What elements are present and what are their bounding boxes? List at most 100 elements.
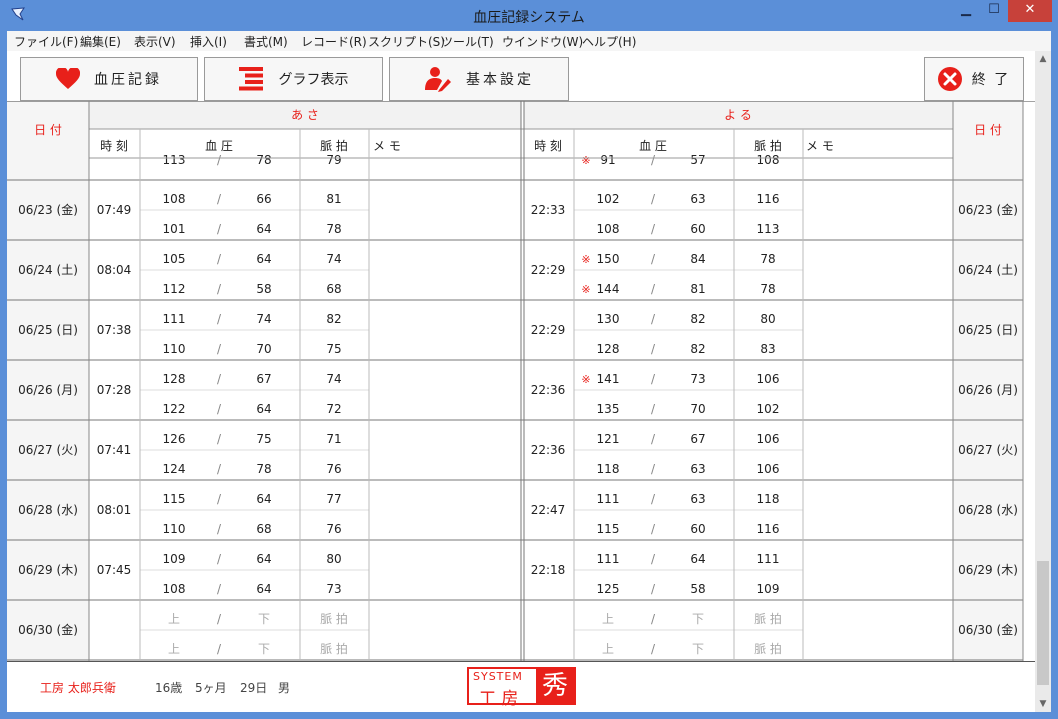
pm-second-systolic[interactable]: 144	[597, 282, 620, 296]
am-first-pulse[interactable]: 81	[326, 192, 341, 206]
am-second-systolic[interactable]: 101	[163, 222, 186, 236]
am-empty-diastolic[interactable]: 下	[258, 612, 270, 626]
am-time[interactable]: 07:38	[97, 323, 132, 337]
pm-time[interactable]: 22:47	[531, 503, 566, 517]
pm-prev-diastolic[interactable]: 57	[690, 153, 705, 167]
am-second-diastolic[interactable]: 64	[256, 222, 271, 236]
menu-window[interactable]: ウインドウ(W)	[502, 33, 583, 50]
menu-help[interactable]: ヘルプ(H)	[582, 33, 636, 50]
pm-first-diastolic[interactable]: 63	[690, 192, 705, 206]
pm-first-systolic[interactable]: 111	[597, 492, 620, 506]
am-second-systolic[interactable]: 112	[163, 282, 186, 296]
pm-second-pulse[interactable]: 83	[760, 342, 775, 356]
am-first-diastolic[interactable]: 75	[256, 432, 271, 446]
am-first-systolic[interactable]: 111	[163, 312, 186, 326]
pm-second-pulse[interactable]: 78	[760, 282, 775, 296]
am-first-pulse[interactable]: 82	[326, 312, 341, 326]
menu-edit[interactable]: 編集(E)	[80, 33, 121, 50]
pm-empty-diastolic[interactable]: 下	[692, 642, 704, 656]
am-first-diastolic[interactable]: 74	[256, 312, 271, 326]
pm-first-systolic[interactable]: 130	[597, 312, 620, 326]
menu-scripts[interactable]: スクリプト(S)	[368, 33, 445, 50]
pm-first-pulse[interactable]: 111	[757, 552, 780, 566]
am-second-diastolic[interactable]: 64	[256, 402, 271, 416]
am-first-pulse[interactable]: 74	[326, 372, 341, 386]
pm-second-systolic[interactable]: 108	[597, 222, 620, 236]
am-first-pulse[interactable]: 74	[326, 252, 341, 266]
pm-second-diastolic[interactable]: 70	[690, 402, 705, 416]
pm-first-pulse[interactable]: 106	[757, 372, 780, 386]
am-first-systolic[interactable]: 115	[163, 492, 186, 506]
pm-second-diastolic[interactable]: 60	[690, 522, 705, 536]
am-time[interactable]: 07:49	[97, 203, 132, 217]
am-second-diastolic[interactable]: 68	[256, 522, 271, 536]
am-first-pulse[interactable]: 77	[326, 492, 341, 506]
pm-first-systolic[interactable]: 121	[597, 432, 620, 446]
am-second-systolic[interactable]: 110	[163, 522, 186, 536]
am-prev-systolic[interactable]: 113	[163, 153, 186, 167]
pm-empty-systolic[interactable]: 上	[602, 642, 614, 656]
am-time[interactable]: 07:28	[97, 383, 132, 397]
pm-first-pulse[interactable]: 80	[760, 312, 775, 326]
am-prev-diastolic[interactable]: 78	[256, 153, 271, 167]
scroll-down-arrow-icon[interactable]: ▼	[1035, 696, 1051, 712]
graph-button[interactable]: グラフ表示	[204, 57, 383, 101]
am-second-pulse[interactable]: 76	[326, 522, 341, 536]
pm-second-pulse[interactable]: 116	[757, 522, 780, 536]
am-first-systolic[interactable]: 109	[163, 552, 186, 566]
am-second-diastolic[interactable]: 64	[256, 582, 271, 596]
pm-second-diastolic[interactable]: 81	[690, 282, 705, 296]
am-first-systolic[interactable]: 126	[163, 432, 186, 446]
am-second-pulse[interactable]: 78	[326, 222, 341, 236]
pm-second-diastolic[interactable]: 82	[690, 342, 705, 356]
pm-first-systolic[interactable]: 102	[597, 192, 620, 206]
am-prev-pulse[interactable]: 79	[326, 153, 341, 167]
pm-second-systolic[interactable]: 128	[597, 342, 620, 356]
pm-second-systolic[interactable]: 115	[597, 522, 620, 536]
pm-first-diastolic[interactable]: 67	[690, 432, 705, 446]
menu-tools[interactable]: ツール(T)	[441, 33, 494, 50]
am-second-pulse[interactable]: 73	[326, 582, 341, 596]
am-empty-systolic[interactable]: 上	[168, 612, 180, 626]
scroll-thumb[interactable]	[1037, 561, 1049, 685]
am-empty-pulse[interactable]: 脈 拍	[320, 641, 348, 656]
am-second-pulse[interactable]: 68	[326, 282, 341, 296]
menu-records[interactable]: レコード(R)	[301, 33, 367, 50]
pm-first-pulse[interactable]: 118	[757, 492, 780, 506]
pm-first-pulse[interactable]: 106	[757, 432, 780, 446]
pm-empty-pulse[interactable]: 脈 拍	[754, 641, 782, 656]
am-first-pulse[interactable]: 71	[326, 432, 341, 446]
menu-view[interactable]: 表示(V)	[134, 33, 176, 50]
pm-first-diastolic[interactable]: 73	[690, 372, 705, 386]
pm-second-pulse[interactable]: 106	[757, 462, 780, 476]
am-empty-systolic[interactable]: 上	[168, 642, 180, 656]
pm-second-systolic[interactable]: 125	[597, 582, 620, 596]
am-first-systolic[interactable]: 128	[163, 372, 186, 386]
pm-second-systolic[interactable]: 135	[597, 402, 620, 416]
pm-time[interactable]: 22:18	[531, 563, 566, 577]
menu-format[interactable]: 書式(M)	[244, 33, 288, 50]
menu-insert[interactable]: 挿入(I)	[190, 33, 227, 50]
am-first-systolic[interactable]: 108	[163, 192, 186, 206]
pm-first-diastolic[interactable]: 84	[690, 252, 705, 266]
am-empty-pulse[interactable]: 脈 拍	[320, 611, 348, 626]
am-second-systolic[interactable]: 124	[163, 462, 186, 476]
am-first-diastolic[interactable]: 64	[256, 492, 271, 506]
am-time[interactable]: 07:45	[97, 563, 132, 577]
am-second-diastolic[interactable]: 58	[256, 282, 271, 296]
close-button[interactable]: ✕	[1008, 0, 1052, 22]
am-second-systolic[interactable]: 122	[163, 402, 186, 416]
menu-file[interactable]: ファイル(F)	[14, 33, 78, 50]
pm-second-diastolic[interactable]: 63	[690, 462, 705, 476]
pm-first-diastolic[interactable]: 82	[690, 312, 705, 326]
pm-empty-pulse[interactable]: 脈 拍	[754, 611, 782, 626]
am-first-diastolic[interactable]: 64	[256, 552, 271, 566]
maximize-button[interactable]: ☐	[980, 0, 1008, 22]
pm-second-pulse[interactable]: 113	[757, 222, 780, 236]
pm-first-systolic[interactable]: 111	[597, 552, 620, 566]
pm-first-diastolic[interactable]: 64	[690, 552, 705, 566]
am-first-diastolic[interactable]: 66	[256, 192, 271, 206]
pm-prev-pulse[interactable]: 108	[757, 153, 780, 167]
pm-first-diastolic[interactable]: 63	[690, 492, 705, 506]
pm-first-systolic[interactable]: 141	[597, 372, 620, 386]
